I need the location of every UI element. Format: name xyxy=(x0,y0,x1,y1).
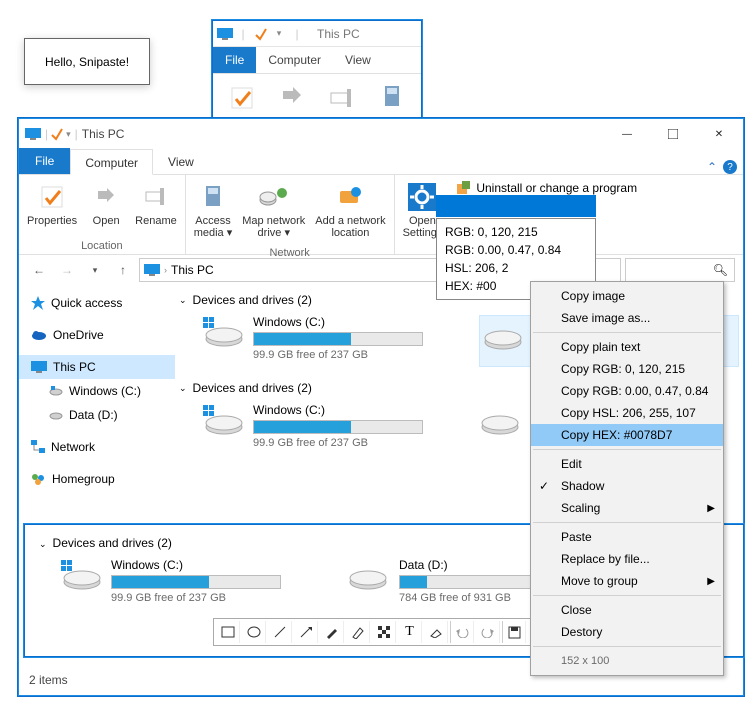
divider-icon: | xyxy=(235,26,251,42)
quick-access-toolbar: | ▾ | This PC xyxy=(213,21,421,47)
tab-view[interactable]: View xyxy=(153,148,209,174)
menu-copy-rgb[interactable]: Copy RGB: 0, 120, 215 xyxy=(531,358,723,380)
nav-homegroup[interactable]: Homegroup xyxy=(19,467,175,491)
submenu-arrow-icon: ▶ xyxy=(707,503,715,514)
menu-shadow[interactable]: ✓Shadow xyxy=(531,475,723,497)
drive-icon xyxy=(201,315,243,349)
drive-c[interactable]: Windows (C:)99.9 GB free of 237 GB xyxy=(201,403,461,449)
menu-scaling[interactable]: Scaling▶ xyxy=(531,497,723,519)
divider-icon: | xyxy=(289,26,305,42)
ribbon-tabs: File Computer View ⌃ ? xyxy=(19,149,743,175)
save-icon[interactable] xyxy=(502,621,526,643)
monitor-icon xyxy=(25,128,41,140)
tab-view[interactable]: View xyxy=(333,47,383,73)
tab-computer[interactable]: Computer xyxy=(70,149,153,175)
menu-save-image[interactable]: Save image as... xyxy=(531,307,723,329)
rect-tool-icon[interactable] xyxy=(216,621,240,643)
pen-tool-icon[interactable] xyxy=(320,621,344,643)
ribbon-group-location: Properties Open Rename Location xyxy=(19,175,186,254)
search-icon: 🔍︎ xyxy=(713,263,728,277)
menu-edit[interactable]: Edit xyxy=(531,453,723,475)
menu-copy-plain-text[interactable]: Copy plain text xyxy=(531,336,723,358)
ribbon: Properties Open Rename Location Access m… xyxy=(19,175,743,255)
line-tool-icon[interactable] xyxy=(268,621,292,643)
drive-icon xyxy=(479,403,521,437)
menu-close[interactable]: Close xyxy=(531,599,723,621)
color-swatch xyxy=(436,195,596,217)
arrow-tool-icon[interactable] xyxy=(294,621,318,643)
redo-icon[interactable] xyxy=(476,621,500,643)
menu-move-to-group[interactable]: Move to group▶ xyxy=(531,570,723,592)
drive-icon xyxy=(482,318,524,352)
properties-button[interactable]: Properties xyxy=(23,177,81,236)
drive-icon xyxy=(201,403,243,437)
menu-copy-hsl[interactable]: Copy HSL: 206, 255, 107 xyxy=(531,402,723,424)
monitor-icon xyxy=(217,26,233,42)
nav-this-pc[interactable]: This PC xyxy=(19,355,175,379)
window-title: This PC xyxy=(82,127,125,141)
help-controls: ⌃ ? xyxy=(707,160,737,174)
menu-copy-image[interactable]: Copy image xyxy=(531,285,723,307)
text-tool-icon[interactable]: T xyxy=(398,621,422,643)
drive-c[interactable]: Windows (C:) 99.9 GB free of 237 GB xyxy=(201,315,461,367)
menu-destroy[interactable]: Destory xyxy=(531,621,723,643)
eraser-tool-icon[interactable] xyxy=(424,621,448,643)
recent-button[interactable]: ▾ xyxy=(83,258,107,282)
tab-computer[interactable]: Computer xyxy=(256,47,333,73)
window-title: This PC xyxy=(317,27,360,41)
undo-icon[interactable] xyxy=(450,621,474,643)
minimize-button[interactable]: — xyxy=(605,120,649,148)
ribbon-group-network: Access media ▾ Map network drive ▾ Add a… xyxy=(186,175,395,254)
help-icon[interactable]: ? xyxy=(723,160,737,174)
ribbon-tabs: File Computer View xyxy=(213,47,421,73)
note-text: Hello, Snipaste! xyxy=(45,55,129,69)
up-button[interactable]: ↑ xyxy=(111,258,135,282)
titlebar: | ▾ | This PC — ✕ xyxy=(19,119,743,149)
menu-replace[interactable]: Replace by file... xyxy=(531,548,723,570)
map-drive-button[interactable]: Map network drive ▾ xyxy=(238,177,309,243)
access-media-button[interactable]: Access media ▾ xyxy=(190,177,237,243)
status-bar: 2 items xyxy=(29,673,68,687)
snip-note[interactable]: Hello, Snipaste! xyxy=(24,38,150,85)
annotation-toolbar: T xyxy=(213,618,555,646)
uninstall-link[interactable]: Uninstall or change a program xyxy=(456,181,637,195)
drive-free: 99.9 GB free of 237 GB xyxy=(253,349,423,361)
menu-copy-rgb-norm[interactable]: Copy RGB: 0.00, 0.47, 0.84 xyxy=(531,380,723,402)
nav-onedrive[interactable]: OneDrive xyxy=(19,323,175,347)
context-menu: Copy image Save image as... Copy plain t… xyxy=(530,281,724,676)
menu-paste[interactable]: Paste xyxy=(531,526,723,548)
properties-icon xyxy=(50,127,64,141)
menu-size-label: 152 x 100 xyxy=(531,650,723,672)
search-box[interactable]: 🔍︎ xyxy=(625,258,735,282)
check-icon: ✓ xyxy=(539,479,549,493)
dropdown-icon: ▾ xyxy=(271,26,287,42)
breadcrumb-item[interactable]: This PC xyxy=(171,263,214,277)
ellipse-tool-icon[interactable] xyxy=(242,621,266,643)
nav-network[interactable]: Network xyxy=(19,435,175,459)
nav-c-drive[interactable]: Windows (C:) xyxy=(19,379,175,403)
drive-c[interactable]: Windows (C:)99.9 GB free of 237 GB xyxy=(59,558,329,604)
collapse-ribbon-icon[interactable]: ⌃ xyxy=(707,160,717,174)
menu-copy-hex[interactable]: Copy HEX: #0078D7 xyxy=(531,424,723,446)
drive-name: Windows (C:) xyxy=(253,315,423,329)
marker-tool-icon[interactable] xyxy=(346,621,370,643)
maximize-button[interactable] xyxy=(651,120,695,148)
rename-button[interactable]: Rename xyxy=(131,177,181,236)
forward-button[interactable]: → xyxy=(55,258,79,282)
open-button[interactable]: Open xyxy=(83,177,129,236)
drive-usage-bar xyxy=(253,332,423,346)
tab-file[interactable]: File xyxy=(19,148,70,174)
nav-d-drive[interactable]: Data (D:) xyxy=(19,403,175,427)
close-button[interactable]: ✕ xyxy=(697,120,741,148)
monitor-icon xyxy=(144,264,160,276)
submenu-arrow-icon: ▶ xyxy=(707,576,715,587)
tab-file[interactable]: File xyxy=(213,47,256,73)
nav-quick-access[interactable]: Quick access xyxy=(19,291,175,315)
properties-icon xyxy=(253,26,269,42)
mosaic-tool-icon[interactable] xyxy=(372,621,396,643)
back-button[interactable]: ← xyxy=(27,258,51,282)
add-network-location-button[interactable]: Add a network location xyxy=(311,177,389,243)
